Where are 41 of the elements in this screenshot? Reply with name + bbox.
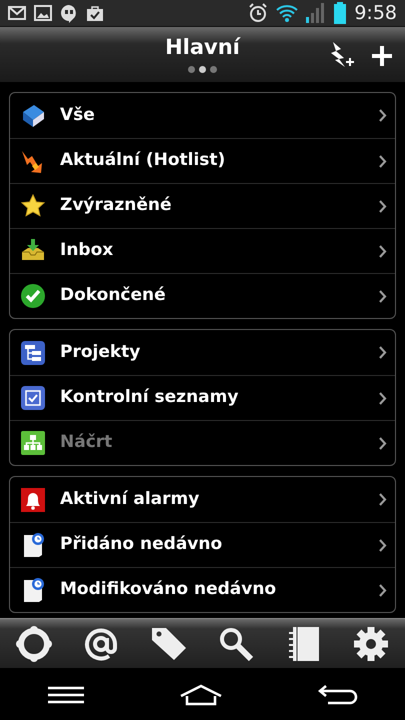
chevron-icon — [379, 154, 387, 168]
menu-item[interactable]: Vše — [10, 93, 395, 138]
chevron-icon — [379, 244, 387, 258]
chevron-icon — [379, 584, 387, 596]
chevron-icon — [379, 346, 387, 359]
chevron-icon — [379, 392, 387, 404]
chevron-icon — [379, 290, 387, 302]
mail-icon — [8, 6, 26, 20]
wifi-icon — [276, 4, 298, 22]
home-button[interactable] — [178, 682, 222, 706]
hierarchy-icon — [20, 340, 46, 366]
back-button[interactable] — [318, 682, 358, 706]
chevron-icon — [379, 109, 387, 122]
signal-icon — [306, 3, 326, 23]
contexts-button[interactable] — [14, 624, 53, 662]
bell-icon — [20, 486, 46, 512]
star-icon — [20, 193, 46, 219]
clock-time: 9:58 — [354, 0, 397, 26]
menu-item[interactable]: Aktivní alarmy — [10, 477, 395, 522]
menu-item[interactable]: Dokončené — [10, 273, 395, 318]
menu-item[interactable]: Zvýrazněné — [10, 183, 395, 228]
image-icon — [34, 5, 52, 21]
tree-diagram-icon — [20, 430, 46, 456]
chevron-icon — [379, 538, 387, 552]
chevron-icon — [379, 436, 387, 450]
chevron-icon — [379, 200, 387, 212]
check-circle-icon — [20, 283, 46, 309]
alarm-icon — [248, 3, 268, 23]
battery-icon — [334, 2, 346, 24]
checkbox-icon — [20, 385, 46, 411]
menu-item[interactable]: Projekty — [10, 330, 395, 375]
menu-item[interactable]: Kontrolní seznamy — [10, 375, 395, 420]
menu-item[interactable]: Přidáno nedávno — [10, 522, 395, 567]
screen-title: Hlavní — [165, 36, 240, 58]
menu-item[interactable]: Inbox — [10, 228, 395, 273]
menu-item[interactable]: Modifikováno nedávno — [10, 567, 395, 612]
settings-button[interactable] — [352, 624, 390, 662]
chevron-icon — [379, 493, 387, 506]
chat-icon — [60, 4, 78, 22]
bag-icon — [86, 4, 104, 22]
menu-item[interactable]: Aktuální (Hotlist) — [10, 138, 395, 183]
